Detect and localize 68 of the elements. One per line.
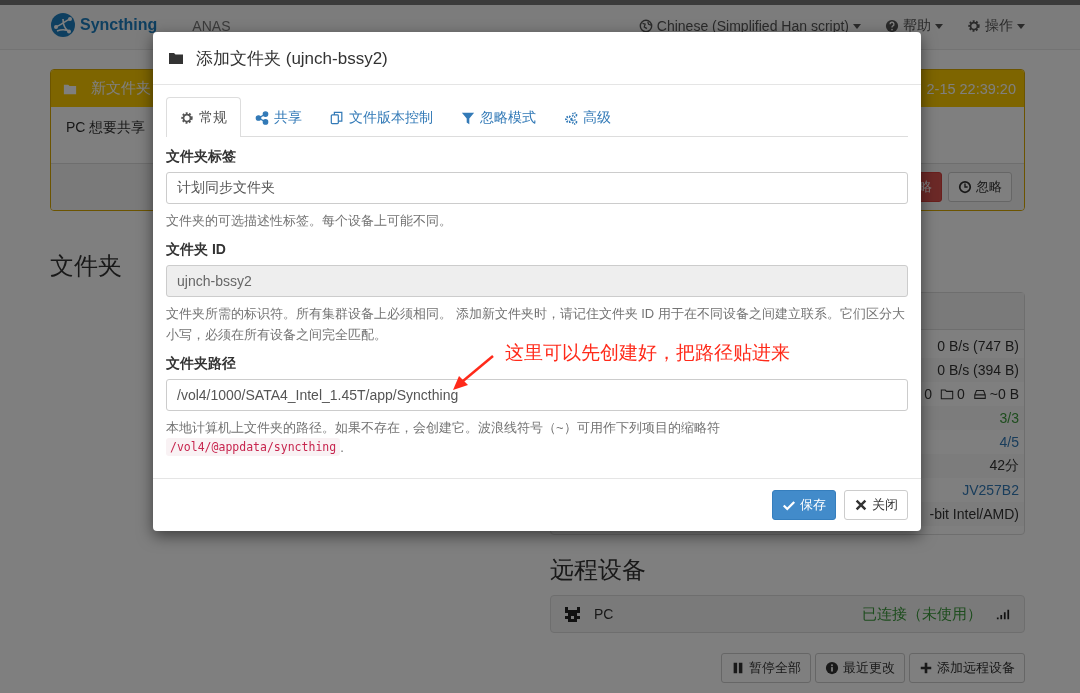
help-text: 文件夹的可选描述性标签。每个设备上可能不同。 [166,212,453,230]
dialog-title: 添加文件夹 (ujnch-bssy2) [196,47,388,70]
section-heading: 远程设备 [550,555,646,585]
status-value: 0 B/s (394 B) [937,362,1019,378]
code-path: /vol4/@appdata/syncthing [166,438,341,456]
tab[interactable]: 文件版本控制 [316,97,447,137]
caret-icon [935,23,943,29]
device-row[interactable]: PC 已连接（未使用） [550,595,1025,633]
close-icon [854,498,868,512]
help-text: 本地计算机上文件夹的路径。如果不存在，会创建它。波浪线符号（~）可用作下列项目的缩略符 [166,419,721,437]
file-count: 0 [924,386,932,402]
tab[interactable]: 高级 [550,97,625,137]
nav-menu[interactable]: Chinese (Simplified Han script) [638,17,861,35]
check-icon [782,498,796,512]
field-label: 文件夹 ID [166,241,226,259]
status-value: -bit Intel/AMD) [929,506,1019,522]
nav-menu[interactable]: 帮助 [885,17,943,35]
plus-icon [919,661,933,675]
gear-icon [180,110,194,125]
help-text: 文件夹所需的标识符。所有集群设备上必须相同。 添加新文件夹时，请记住文件夹 ID 用于在不同设备之间建立联系。它们区分大小写，必须在所有设备之间完全匹配。 [166,305,906,343]
panel-title: 新文件夹 [91,79,151,98]
section-heading: 文件夹 [50,251,122,281]
folder-count: 0 [957,386,965,402]
globe-icon [638,19,653,33]
clock-icon [958,180,972,194]
disk-size: ~0 B [989,386,1019,402]
caret-icon [1017,23,1025,29]
copy-icon [330,110,344,125]
logo-icon [50,12,76,38]
identicon-icon [565,606,580,622]
connection-status: 已连接（未使用） [862,604,982,624]
punctuation: . [340,439,344,455]
filter-icon [461,110,475,125]
close-button[interactable]: 关闭 [844,490,908,520]
status-value: 3/3 [999,410,1019,426]
signal-icon [996,607,1010,621]
status-value: 0 B/s (747 B) [937,338,1019,354]
field-label: 文件夹标签 [166,148,236,166]
status-value: 4/5 [999,434,1019,450]
brand-name[interactable]: Syncthing [80,16,158,34]
status-value: JV257B2 [962,482,1019,498]
field-label: 文件夹路径 [166,355,236,373]
share-icon [255,110,269,125]
caret-icon [853,23,861,29]
input-field[interactable]: /vol4/1000/SATA4_Intel_1.45T/app/Syncthing [166,379,908,411]
annotation-arrow [453,355,494,390]
timestamp: 2-15 22:39:20 [926,80,1016,97]
pause-icon [731,661,745,675]
nav-menu[interactable]: 操作 [967,17,1025,35]
device-name: ANAS [192,18,231,34]
annotation-text: 这里可以先创建好，把路径贴进来 [505,341,790,365]
input-field[interactable]: 计划同步文件夹 [166,172,908,204]
drive-icon [972,387,987,401]
info-icon [825,661,839,675]
ignore-button[interactable]: 忽略 [948,172,1012,202]
toolbar-button[interactable]: 暂停全部 [721,653,811,683]
toolbar-button[interactable]: 添加远程设备 [909,653,1025,683]
toolbar-button[interactable]: 最近更改 [815,653,905,683]
tab[interactable]: 共享 [241,97,316,137]
gears-icon [564,110,578,125]
message-text: PC 想要共享 [66,119,146,135]
folder-icon [940,387,954,401]
save-button[interactable]: 保存 [772,490,836,520]
settings-icon [967,19,981,33]
device-name: PC [594,606,614,622]
status-value: 42分 [989,457,1019,475]
tab[interactable]: 常规 [166,97,241,137]
tab[interactable]: 忽略模式 [447,97,550,137]
